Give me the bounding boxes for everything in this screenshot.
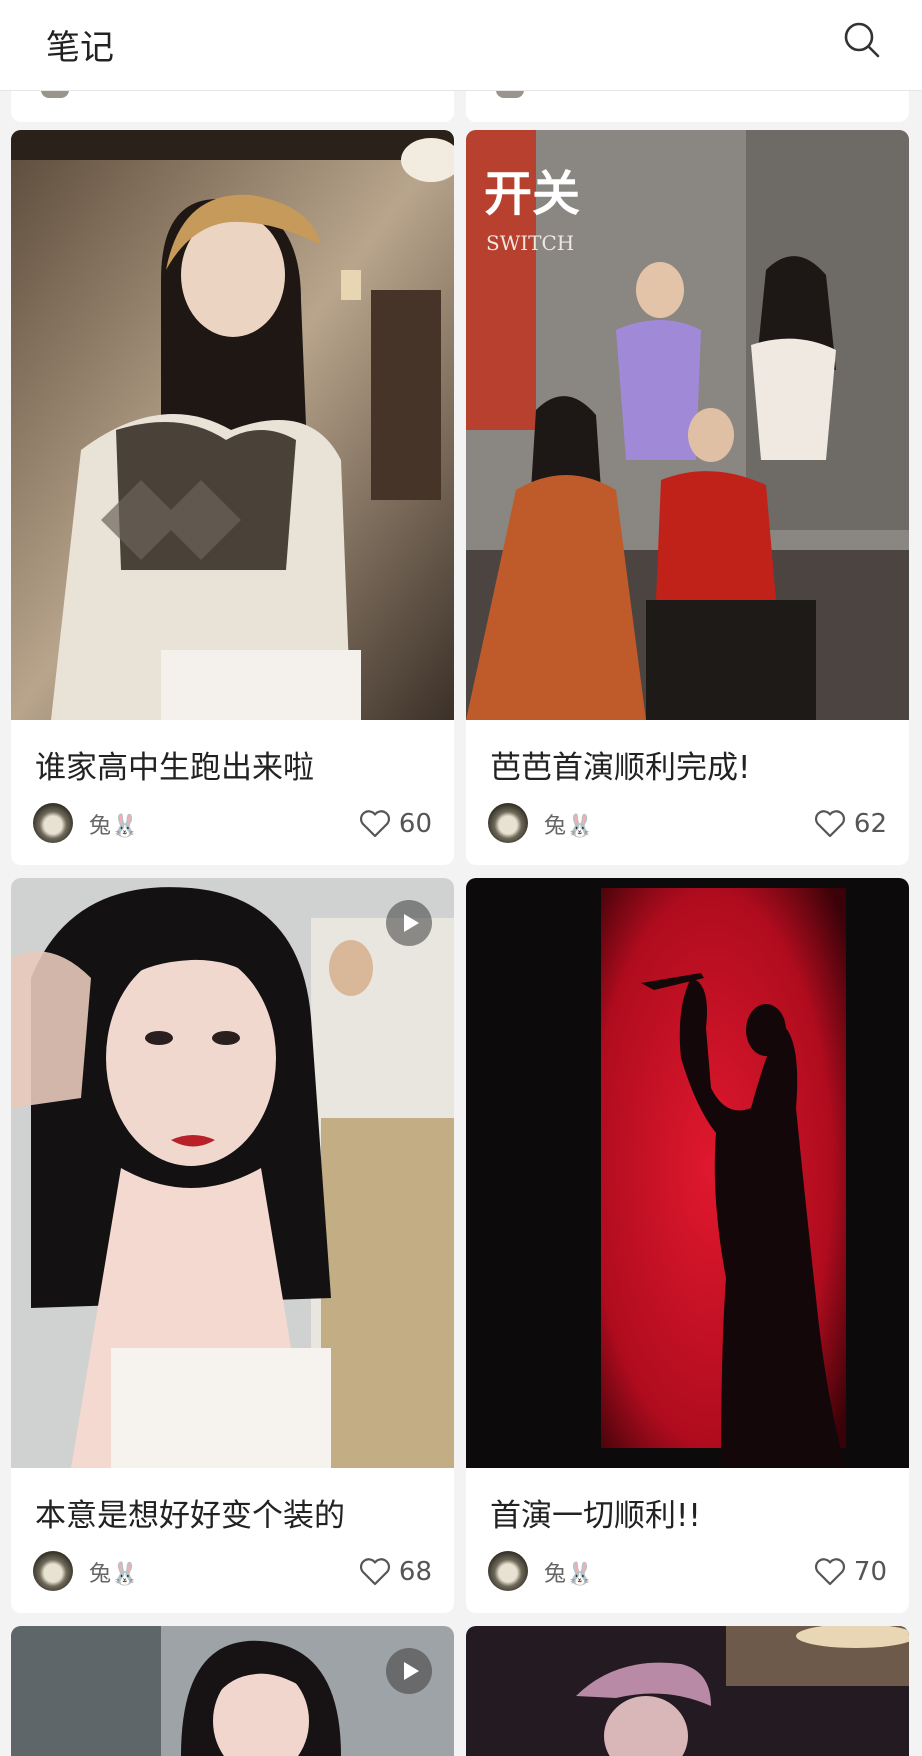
note-image[interactable]: 开关 SWITCH <box>466 130 909 720</box>
like-button[interactable]: 60 <box>359 804 432 844</box>
avatar[interactable] <box>488 1551 528 1591</box>
note-caption: 本意是想好好变个装的 <box>35 1498 345 1534</box>
note-card[interactable]: 本意是想好好变个装的 兔🐰 68 <box>11 878 454 1613</box>
like-count: 60 <box>398 809 432 839</box>
heart-icon <box>359 1558 391 1586</box>
note-card[interactable] <box>11 1626 454 1756</box>
previous-card-bottom <box>466 90 909 122</box>
page-title: 笔记 <box>46 28 114 68</box>
author-name[interactable]: 兔🐰 <box>89 808 138 840</box>
like-count: 62 <box>853 809 887 839</box>
note-card[interactable] <box>466 1626 909 1756</box>
heart-icon <box>359 810 391 838</box>
heart-icon <box>814 1558 846 1586</box>
avatar[interactable] <box>488 803 528 843</box>
heart-icon <box>814 810 846 838</box>
previous-card-bottom <box>11 90 454 122</box>
note-image[interactable] <box>466 878 909 1468</box>
avatar[interactable] <box>33 803 73 843</box>
avatar[interactable] <box>33 1551 73 1591</box>
play-icon[interactable] <box>386 1648 432 1694</box>
note-image[interactable] <box>11 130 454 720</box>
search-icon[interactable] <box>842 20 882 60</box>
note-card[interactable]: 首演一切顺利!! 兔🐰 70 <box>466 878 909 1613</box>
top-bar: 笔记 <box>0 0 922 91</box>
like-count: 68 <box>398 1557 432 1587</box>
author-name[interactable]: 兔🐰 <box>544 808 593 840</box>
avatar <box>496 90 524 98</box>
poster-title: 开关 <box>484 166 580 222</box>
note-image[interactable] <box>466 1626 909 1756</box>
like-button[interactable]: 70 <box>814 1552 887 1592</box>
note-caption: 谁家高中生跑出来啦 <box>35 750 314 786</box>
note-caption: 芭芭首演顺利完成! <box>490 750 751 786</box>
play-icon[interactable] <box>386 900 432 946</box>
like-button[interactable]: 62 <box>814 804 887 844</box>
note-caption: 首演一切顺利!! <box>490 1498 701 1534</box>
author-name[interactable]: 兔🐰 <box>544 1556 593 1588</box>
note-image[interactable] <box>11 878 454 1468</box>
poster-subtitle: SWITCH <box>486 231 574 255</box>
note-image[interactable] <box>11 1626 454 1756</box>
author-name[interactable]: 兔🐰 <box>89 1556 138 1588</box>
note-card[interactable]: 开关 SWITCH 芭芭首演顺利完成! 兔🐰 62 <box>466 130 909 865</box>
like-count: 70 <box>853 1557 887 1587</box>
note-card[interactable]: 谁家高中生跑出来啦 兔🐰 60 <box>11 130 454 865</box>
avatar <box>41 90 69 98</box>
like-button[interactable]: 68 <box>359 1552 432 1592</box>
